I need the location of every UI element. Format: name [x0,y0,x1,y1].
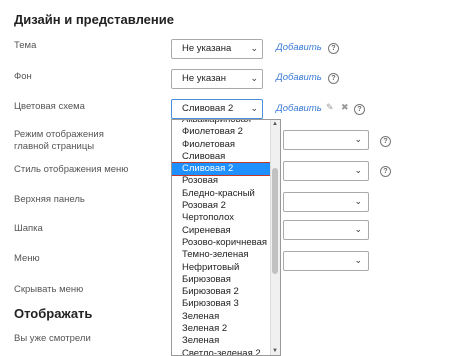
dropdown-option[interactable]: Сливовая 2 [172,162,280,177]
dropdown-option[interactable]: Нефритовый [172,262,280,274]
dropdown-option[interactable]: Зеленая [172,335,280,347]
menu-style-label: Стиль отображения меню [14,164,129,175]
scrollbar-thumb[interactable] [272,168,278,274]
dropdown-option[interactable]: Бирюзовая 2 [172,286,280,298]
header-label: Шапка [14,223,43,234]
color-scheme-dropdown-list[interactable]: Аквамариновая Фиолетовая 2 Фиолетовая Сливо… [171,119,281,356]
dropdown-option[interactable]: Розовая 2 [172,200,280,212]
top-panel-label: Верхняя панель [14,194,85,205]
chevron-down-icon: ⌄ [250,103,258,113]
close-icon[interactable]: ✖ [341,102,349,113]
theme-label: Тема [14,40,37,51]
help-icon[interactable]: ? [380,166,391,177]
dropdown-option[interactable]: Зеленая [172,311,280,323]
background-label: Фон [14,71,32,82]
color-scheme-select-value: Сливовая 2 [182,103,234,114]
dropdown-option[interactable]: Светло-зеленая 2 [172,348,280,355]
section-title: Дизайн и представление [14,12,174,27]
menu-label: Меню [14,253,40,264]
chevron-down-icon: ⌄ [354,165,362,175]
dropdown-option[interactable]: Фиолетовая [172,139,280,151]
dropdown-option[interactable]: Сиреневая [172,225,280,237]
background-select-value: Не указан [182,73,226,84]
hide-menu-label: Скрывать меню [14,284,84,295]
main-page-mode-label: Режим отображения главной страницы [14,129,104,152]
theme-select-value: Не указана [182,43,232,54]
dropdown-option[interactable]: Бирюзовая 3 [172,298,280,310]
background-add-link[interactable]: Добавить [276,72,322,83]
theme-select[interactable]: Не указана ⌄ [171,39,263,59]
main-page-mode-select[interactable]: ⌄ [283,130,369,150]
dropdown-option[interactable]: Зеленая 2 [172,323,280,335]
pencil-icon[interactable]: ✎ [326,102,334,113]
help-icon[interactable]: ? [354,104,365,115]
top-panel-select[interactable]: ⌄ [283,192,369,212]
help-icon[interactable]: ? [328,43,339,54]
theme-add-link[interactable]: Добавить [276,42,322,53]
chevron-down-icon: ⌄ [250,73,258,83]
dropdown-option[interactable]: Темно-зеленая [172,249,280,261]
scroll-down-icon[interactable]: ▼ [272,348,278,354]
dropdown-option[interactable]: Бирюзовая [172,274,280,286]
scroll-up-icon[interactable]: ▲ [272,121,278,127]
menu-select[interactable]: ⌄ [283,251,369,271]
dropdown-option[interactable]: Фиолетовая 2 [172,126,280,138]
dropdown-option[interactable]: Чертополох [172,212,280,224]
chevron-down-icon: ⌄ [354,134,362,144]
help-icon[interactable]: ? [380,136,391,147]
dropdown-option[interactable]: Розово-коричневая [172,237,280,249]
color-scheme-label: Цветовая схема [14,101,85,112]
dropdown-option[interactable]: Сливовая [172,151,280,163]
color-scheme-add-link[interactable]: Добавить [276,103,322,114]
chevron-down-icon: ⌄ [354,224,362,234]
menu-style-select[interactable]: ⌄ [283,161,369,181]
already-viewed-label: Вы уже смотрели [14,333,91,344]
chevron-down-icon: ⌄ [354,196,362,206]
background-select[interactable]: Не указан ⌄ [171,69,263,89]
dropdown-scrollbar[interactable]: ▲ ▼ [270,120,280,355]
chevron-down-icon: ⌄ [354,255,362,265]
dropdown-option[interactable]: Аквамариновая [172,120,280,126]
dropdown-option[interactable]: Бледно-красный [172,188,280,200]
header-select[interactable]: ⌄ [283,220,369,240]
chevron-down-icon: ⌄ [250,43,258,53]
dropdown-option[interactable]: Розовая [172,175,280,187]
display-title: Отображать [14,306,93,321]
color-scheme-select[interactable]: Сливовая 2 ⌄ [171,99,263,119]
help-icon[interactable]: ? [328,73,339,84]
